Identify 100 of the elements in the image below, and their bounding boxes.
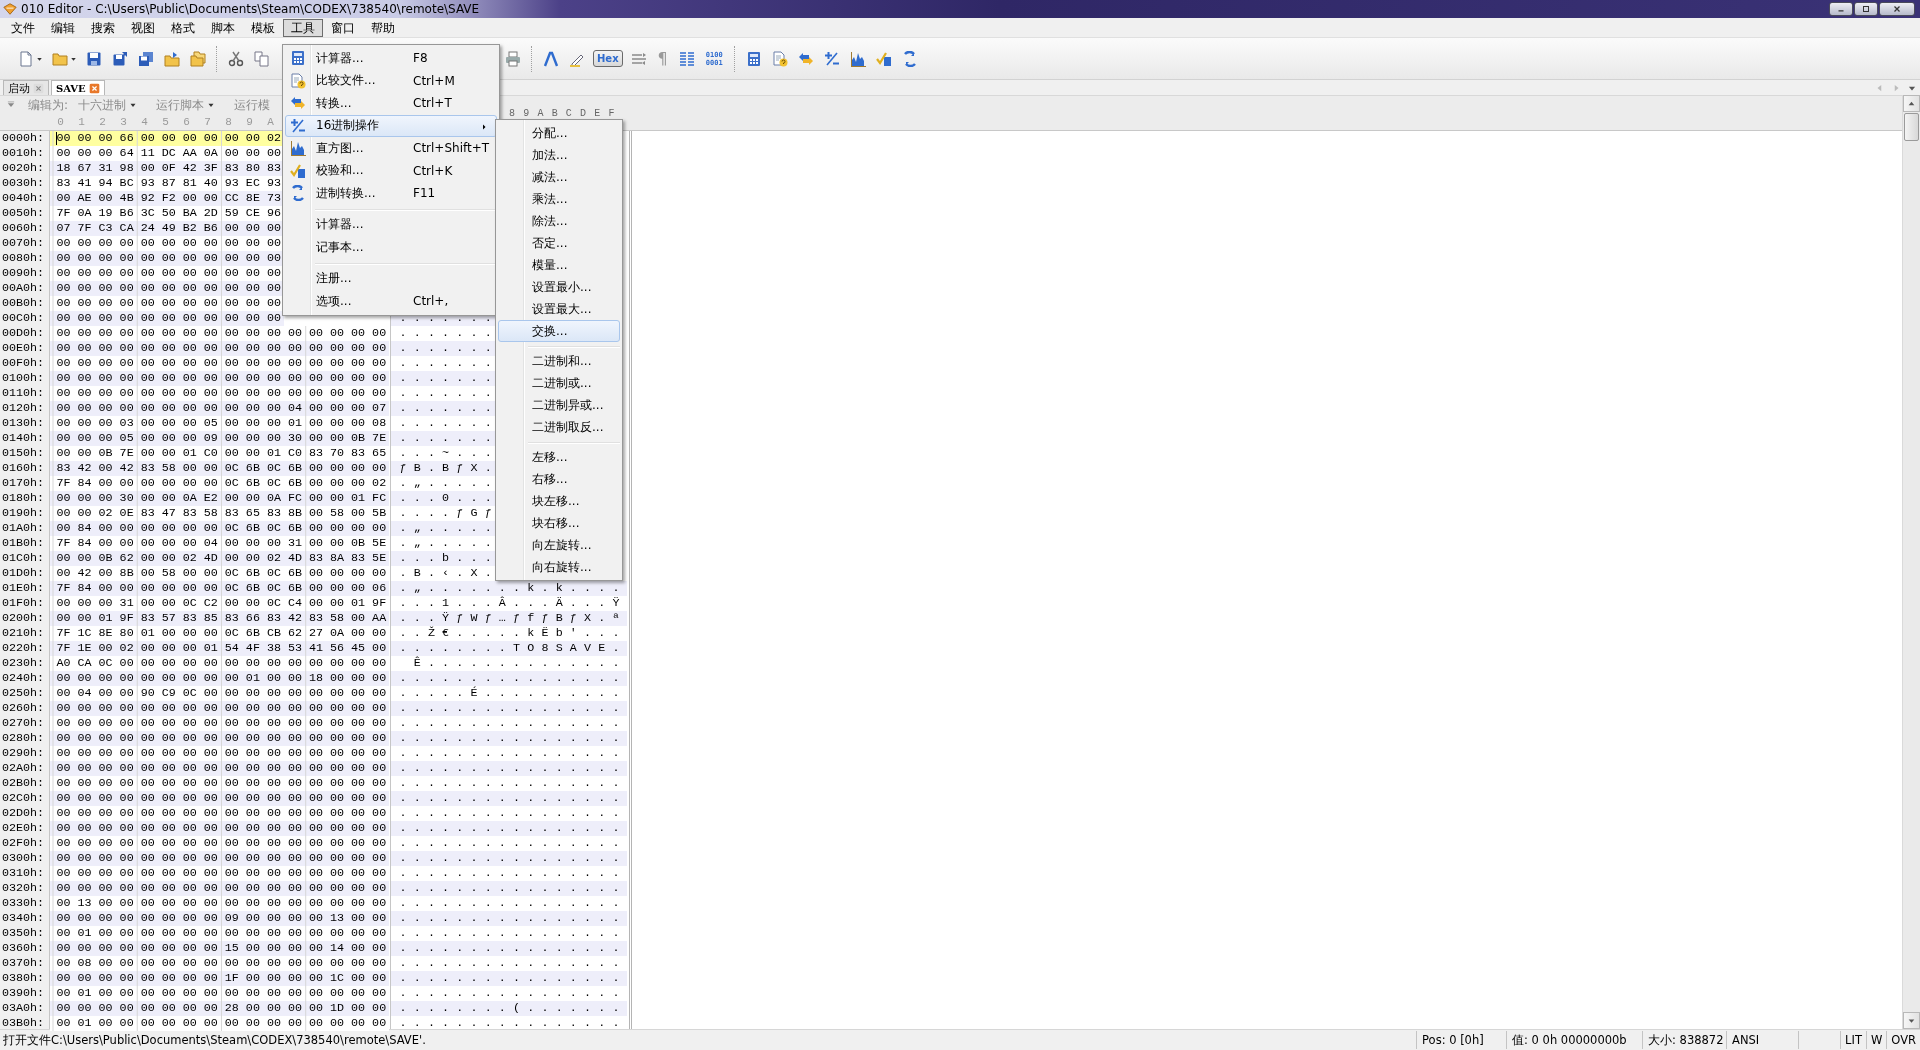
hex-bytes[interactable]: 7F 84 00 00 00 00 00 00 0C 6B 0C 6B 00 00 00 06	[50, 581, 390, 596]
hex-bytes[interactable]: 00 00 00 00 00 00 00 00 00 00 00 00 00 00 00 00	[50, 881, 390, 896]
hex-bytes[interactable]: 7F 0A 19 B6 3C 50 BA 2D 59 CE 96	[50, 206, 284, 221]
hex-bytes[interactable]: 00 00 00 00 00 00 00 00 00 00 00 00 00 00 00 00	[50, 731, 390, 746]
menu-item[interactable]: 交换...	[498, 320, 620, 342]
menu-item[interactable]: 注册...	[285, 267, 497, 290]
menu-item[interactable]: 减法...	[498, 166, 620, 188]
folder-arrow-icon[interactable]	[164, 50, 180, 67]
menu-item[interactable]: 计算器... F8	[285, 47, 497, 70]
hex-bytes[interactable]: 00 00 00 66 00 00 00 00 00 00 02	[50, 131, 284, 146]
text-bytes[interactable]: ................	[391, 791, 627, 806]
menu-item[interactable]: 脚本	[203, 18, 243, 37]
text-bytes[interactable]: ................	[391, 881, 627, 896]
menu-item[interactable]: 设置最小...	[498, 276, 620, 298]
disks-icon[interactable]	[138, 50, 154, 67]
menu-item[interactable]: 格式	[163, 18, 203, 37]
text-bytes[interactable]: ........(.......	[391, 1001, 627, 1016]
menu-item[interactable]: 编辑	[43, 18, 83, 37]
text-bytes[interactable]: ................	[391, 671, 627, 686]
menu-item[interactable]: 乘法...	[498, 188, 620, 210]
plus-minus-icon[interactable]	[823, 50, 840, 67]
disk-arrow-icon[interactable]	[112, 50, 128, 67]
hex-bytes[interactable]: 00 00 00 64 11 DC AA 0A 00 00 00	[50, 146, 284, 161]
hex-bytes[interactable]: 00 01 00 00 00 00 00 00 00 00 00 00 00 00 00 00	[50, 1016, 390, 1031]
text-bytes[interactable]: ................	[391, 821, 627, 836]
menu-item[interactable]: 模量...	[498, 254, 620, 276]
circular-arrows-icon[interactable]	[901, 50, 918, 67]
menu-item[interactable]: 分配...	[498, 122, 620, 144]
menu-item[interactable]: 向右旋转...	[498, 556, 620, 578]
maximize-button[interactable]	[1854, 2, 1878, 16]
hex-bytes[interactable]: 7F 1E 00 02 00 00 00 01 54 4F 38 53 41 56 45 00	[50, 641, 390, 656]
histogram-icon[interactable]	[849, 50, 866, 67]
menu-item[interactable]: 进制转换... F11	[285, 182, 497, 205]
hex-bytes[interactable]: 00 00 00 00 00 00 00 00 15 00 00 00 00 14 00 00	[50, 941, 390, 956]
hex-bytes[interactable]: 00 00 00 00 00 00 00 00 00 00 00 04 00 00 00 07	[50, 401, 390, 416]
menu-item[interactable]: 设置最大...	[498, 298, 620, 320]
menu-item[interactable]: 直方图... Ctrl+Shift+T	[285, 137, 497, 160]
hex-bytes[interactable]: 00 00 00 00 00 00 00 00 00 00 00	[50, 266, 284, 281]
hex-bytes[interactable]: 00 00 00 00 00 00 00 00 00 00 00 00 00 00 00 00	[50, 791, 390, 806]
menu-item[interactable]: 除法...	[498, 210, 620, 232]
hex-bytes[interactable]: 00 00 00 00 00 00 00 00 00 00 00 00 00 00 00 00	[50, 761, 390, 776]
text-bytes[interactable]: ................	[391, 761, 627, 776]
file-tab[interactable]: SAVE	[51, 80, 105, 95]
hex-bytes[interactable]: 00 00 00 05 00 00 00 09 00 00 00 30 00 00 0B 7E	[50, 431, 390, 446]
save-icon[interactable]	[86, 50, 102, 67]
text-bytes[interactable]: ................	[391, 851, 627, 866]
text-bytes[interactable]: ................	[391, 971, 627, 986]
hex-bytes[interactable]: 00 00 00 00 00 00 00 00 00 00 00	[50, 236, 284, 251]
checkmark-icon[interactable]	[875, 50, 892, 67]
printer-icon[interactable]	[505, 50, 521, 67]
hex-bytes[interactable]: 00 00 00 00 00 00 00 00 28 00 00 00 00 1D 00 00	[50, 1001, 390, 1016]
menu-item[interactable]: 二进制或...	[498, 372, 620, 394]
columns-icon[interactable]	[678, 50, 695, 67]
calculator-icon[interactable]	[745, 50, 762, 67]
maximize-icon[interactable]	[1861, 4, 1871, 14]
menu-item[interactable]: 向左旋转...	[498, 534, 620, 556]
hex-bytes[interactable]: 00 00 00 00 00 00 00 00 00 00 00	[50, 251, 284, 266]
hex-bytes[interactable]: 00 00 00 00 00 00 00 00 00 00 00	[50, 281, 284, 296]
menu-item[interactable]: 视图	[123, 18, 163, 37]
hex-bytes[interactable]: 00 00 01 9F 83 57 83 85 83 66 83 42 83 58 00 AA	[50, 611, 390, 626]
menu-item[interactable]: 二进制取反...	[498, 416, 620, 438]
menu-item[interactable]: 搜索	[83, 18, 123, 37]
text-bytes[interactable]: ...ŸƒWƒ…ƒfƒBƒX.ª	[391, 611, 627, 626]
hex-bytes[interactable]: 00 84 00 00 00 00 00 00 0C 6B 0C 6B 00 00 00 00	[50, 521, 390, 536]
hex-bytes[interactable]: 07 7F C3 CA 24 49 B2 B6 00 00 00	[50, 221, 284, 236]
text-bytes[interactable]: ........TO8SAVE.	[391, 641, 627, 656]
hex-bytes[interactable]: 00 00 00 00 00 00 00 00 00 00 00 00 00 00 00 00	[50, 821, 390, 836]
hex-bytes[interactable]: 00 00 0B 62 00 00 02 4D 00 00 02 4D 83 8A 83 5E	[50, 551, 390, 566]
vertical-scrollbar[interactable]	[1902, 95, 1920, 1029]
hex-bytes[interactable]: 00 00 00 00 00 00 00 00 00 00 00 00 00 00 00 00	[50, 371, 390, 386]
scroll-thumb[interactable]	[1904, 113, 1919, 141]
hex-bytes[interactable]: 83 42 00 42 83 58 00 00 0C 6B 0C 6B 00 00 00 00	[50, 461, 390, 476]
lines-arrows-icon[interactable]	[630, 50, 647, 67]
text-bytes[interactable]: ................	[391, 941, 627, 956]
menu-item[interactable]: 二进制和...	[498, 350, 620, 372]
menu-item[interactable]: 块左移...	[498, 490, 620, 512]
menu-item[interactable]: 窗口	[323, 18, 363, 37]
hex-bytes[interactable]: 00 00 00 00 00 00 00 00 00 00 00 00 00 00 00 00	[50, 341, 390, 356]
text-bytes[interactable]: ................	[391, 701, 627, 716]
menu-item[interactable]: 16进制操作	[285, 114, 497, 137]
hex-view-button[interactable]: Hex	[593, 50, 623, 67]
menu-item[interactable]: 校验和... Ctrl+K	[285, 159, 497, 182]
minimize-button[interactable]	[1829, 2, 1853, 16]
menu-item[interactable]: 二进制异或...	[498, 394, 620, 416]
menu-item[interactable]: 转换... Ctrl+T	[285, 92, 497, 115]
hex-bytes[interactable]: 00 00 00 00 00 00 00 00 00 00 00 00 00 00 00 00	[50, 851, 390, 866]
copy-icon[interactable]	[254, 50, 270, 67]
folders-icon[interactable]	[190, 50, 206, 67]
scissors-icon[interactable]	[228, 50, 244, 67]
menu-item[interactable]: 记事本...	[285, 236, 497, 259]
menu-item[interactable]: 计算器...	[285, 213, 497, 236]
menu-item[interactable]: 工具	[283, 18, 323, 37]
document-question-icon[interactable]	[771, 50, 788, 67]
menu-item[interactable]: 加法...	[498, 144, 620, 166]
up-arrow-icon[interactable]	[1907, 99, 1916, 108]
hex-bytes[interactable]: 00 00 00 00 00 00 00 00 00 00 00	[50, 311, 284, 326]
hex-bytes[interactable]: 00 AE 00 4B 92 F2 00 00 CC 8E 73	[50, 191, 284, 206]
menu-item[interactable]: 块右移...	[498, 512, 620, 534]
text-bytes[interactable]: ................	[391, 911, 627, 926]
menu-item[interactable]: 模板	[243, 18, 283, 37]
